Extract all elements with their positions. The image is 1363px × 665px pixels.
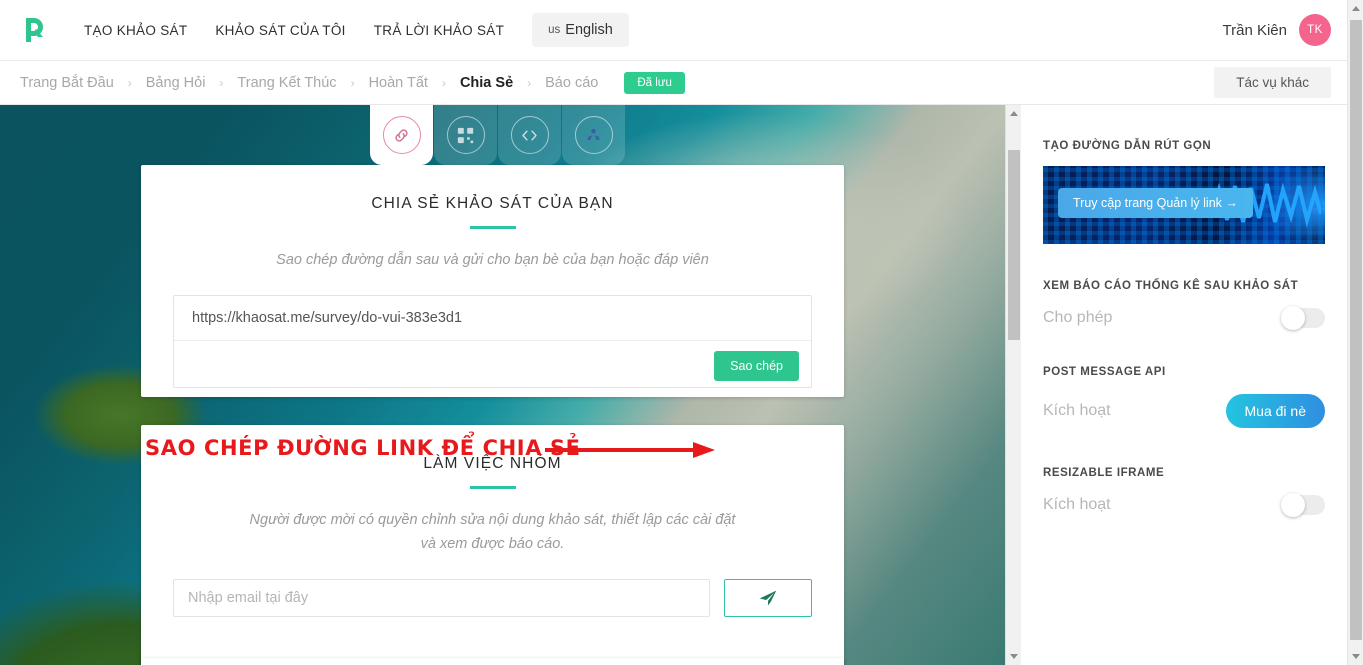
breadcrumb-item-bang-hoi[interactable]: Bảng Hỏi [146, 75, 206, 91]
social-share-icon [574, 116, 613, 154]
breadcrumb-item-trang-bat-dau[interactable]: Trang Bắt Đầu [20, 75, 114, 91]
scrollbar-thumb[interactable] [1008, 150, 1020, 340]
title-underline-rule [469, 226, 516, 229]
breadcrumb-separator: › [441, 75, 446, 90]
breadcrumb-item-bao-cao[interactable]: Báo cáo [545, 75, 598, 91]
page-scrollbar[interactable] [1347, 0, 1363, 665]
breadcrumb: Trang Bắt Đầu › Bảng Hỏi › Trang Kết Thú… [20, 71, 685, 94]
breadcrumb-bar: Trang Bắt Đầu › Bảng Hỏi › Trang Kết Thú… [0, 61, 1347, 105]
main-nav-links: TẠO KHẢO SÁT KHẢO SÁT CỦA TÔI TRẢ LỜI KH… [70, 15, 518, 46]
page-scroll-down-arrow-icon[interactable] [1348, 648, 1363, 665]
divider [174, 340, 811, 341]
report-toggle-label: Cho phép [1043, 309, 1113, 326]
send-invite-button[interactable] [724, 579, 812, 617]
toggle-knob [1281, 306, 1305, 330]
post-message-api-option-row: Kích hoạt Mua đi nè [1043, 394, 1325, 428]
other-actions-button[interactable]: Tác vụ khác [1214, 67, 1331, 98]
title-underline-rule [469, 486, 516, 489]
language-selector[interactable]: us English [532, 13, 629, 47]
share-card-subtitle: Sao chép đường dẫn sau và gửi cho bạn bè… [276, 252, 709, 268]
tab-share-link[interactable] [370, 105, 433, 165]
status-badge-saved: Đã lưu [624, 71, 685, 94]
page-scroll-up-arrow-icon[interactable] [1348, 0, 1363, 17]
tab-share-qrcode[interactable] [434, 105, 497, 165]
tab-share-embed-code[interactable] [498, 105, 561, 165]
manage-link-button[interactable]: Truy cập trang Quản lý link → [1058, 188, 1253, 218]
resizable-iframe-heading: RESIZABLE IFRAME [1043, 467, 1165, 479]
email-field[interactable] [173, 579, 710, 617]
share-method-tabs [370, 105, 625, 165]
resizable-iframe-label: Kích hoạt [1043, 496, 1111, 513]
invite-email-row [173, 579, 812, 617]
nav-link-khao-sat-cua-toi[interactable]: KHẢO SÁT CỦA TÔI [201, 15, 359, 46]
page-scrollbar-thumb[interactable] [1350, 20, 1362, 640]
resizable-iframe-toggle[interactable] [1281, 493, 1325, 517]
shortlink-banner[interactable]: Truy cập trang Quản lý link → [1043, 166, 1325, 244]
user-name: Trần Kiên [1222, 21, 1287, 39]
scroll-up-arrow-icon[interactable] [1006, 105, 1022, 122]
post-message-api-heading: POST MESSAGE API [1043, 366, 1166, 378]
breadcrumb-separator: › [527, 75, 532, 90]
team-card-subtitle-line1: Người được mời có quyền chỉnh sửa nội du… [249, 512, 736, 528]
settings-sidebar: TẠO ĐƯỜNG DẪN RÚT GỌN Truy cập trang Quả… [1021, 105, 1347, 665]
toggle-knob [1281, 493, 1305, 517]
sidebar-section-shortlink: TẠO ĐƯỜNG DẪN RÚT GỌN Truy cập trang Quả… [1021, 105, 1347, 244]
link-icon [382, 116, 421, 154]
qr-code-icon [446, 116, 485, 154]
buy-button[interactable]: Mua đi nè [1225, 394, 1325, 428]
sidebar-section-post-message-api: POST MESSAGE API Kích hoạt Mua đi nè [1021, 328, 1347, 428]
right-arrow-annotation-icon [545, 442, 715, 458]
copy-link-button[interactable]: Sao chép [714, 351, 799, 381]
tab-share-social[interactable] [562, 105, 625, 165]
sidebar-section-report: XEM BÁO CÁO THỐNG KÊ SAU KHẢO SÁT Cho ph… [1021, 244, 1347, 330]
share-survey-card: CHIA SẺ KHẢO SÁT CỦA BẠN Sao chép đường … [141, 165, 844, 397]
breadcrumb-item-trang-ket-thuc[interactable]: Trang Kết Thúc [237, 75, 336, 91]
sidebar-section-resizable-iframe: RESIZABLE IFRAME Kích hoạt [1021, 428, 1347, 517]
share-stage: CHIA SẺ KHẢO SÁT CỦA BẠN Sao chép đường … [0, 105, 1005, 665]
breadcrumb-separator: › [350, 75, 355, 90]
code-embed-icon [510, 116, 549, 154]
share-card-title: CHIA SẺ KHẢO SÁT CỦA BẠN [371, 195, 614, 212]
survey-link-box: https://khaosat.me/survey/do-vui-383e3d1… [173, 295, 812, 388]
team-collaboration-card: LÀM VIỆC NHÓM Người được mời có quyền ch… [141, 425, 844, 665]
resizable-iframe-option-row: Kích hoạt [1043, 493, 1325, 517]
annotation-text: SAO CHÉP ĐƯỜNG LINK ĐỂ CHIA SẺ [145, 436, 581, 460]
avatar[interactable]: TK [1299, 14, 1331, 46]
survey-url-text[interactable]: https://khaosat.me/survey/do-vui-383e3d1 [192, 310, 462, 326]
next-card-partial [141, 658, 844, 665]
breadcrumb-item-hoan-tat[interactable]: Hoàn Tất [369, 75, 428, 91]
scroll-down-arrow-icon[interactable] [1006, 648, 1022, 665]
content-scrollbar[interactable] [1005, 105, 1021, 665]
breadcrumb-separator: › [219, 75, 224, 90]
shortlink-heading: TẠO ĐƯỜNG DẪN RÚT GỌN [1043, 140, 1212, 152]
top-navigation-bar: TẠO KHẢO SÁT KHẢO SÁT CỦA TÔI TRẢ LỜI KH… [0, 0, 1347, 61]
nav-link-tra-loi-khao-sat[interactable]: TRẢ LỜI KHẢO SÁT [360, 15, 518, 46]
breadcrumb-item-chia-se[interactable]: Chia Sẻ [460, 75, 513, 91]
report-toggle[interactable] [1281, 306, 1325, 330]
report-option-row: Cho phép [1043, 306, 1325, 330]
report-heading: XEM BÁO CÁO THỐNG KÊ SAU KHẢO SÁT [1043, 280, 1299, 292]
nav-link-tao-khao-sat[interactable]: TẠO KHẢO SÁT [70, 15, 201, 46]
post-message-api-label: Kích hoạt [1043, 402, 1111, 419]
khaosat-logo-icon[interactable] [18, 13, 52, 47]
language-label: English [565, 22, 613, 38]
team-card-subtitle-line2: và xem được báo cáo. [420, 536, 565, 552]
user-area: Trần Kiên TK [1223, 14, 1331, 46]
language-flag-code: us [548, 24, 561, 36]
breadcrumb-separator: › [127, 75, 132, 90]
send-paper-plane-icon [759, 590, 777, 606]
